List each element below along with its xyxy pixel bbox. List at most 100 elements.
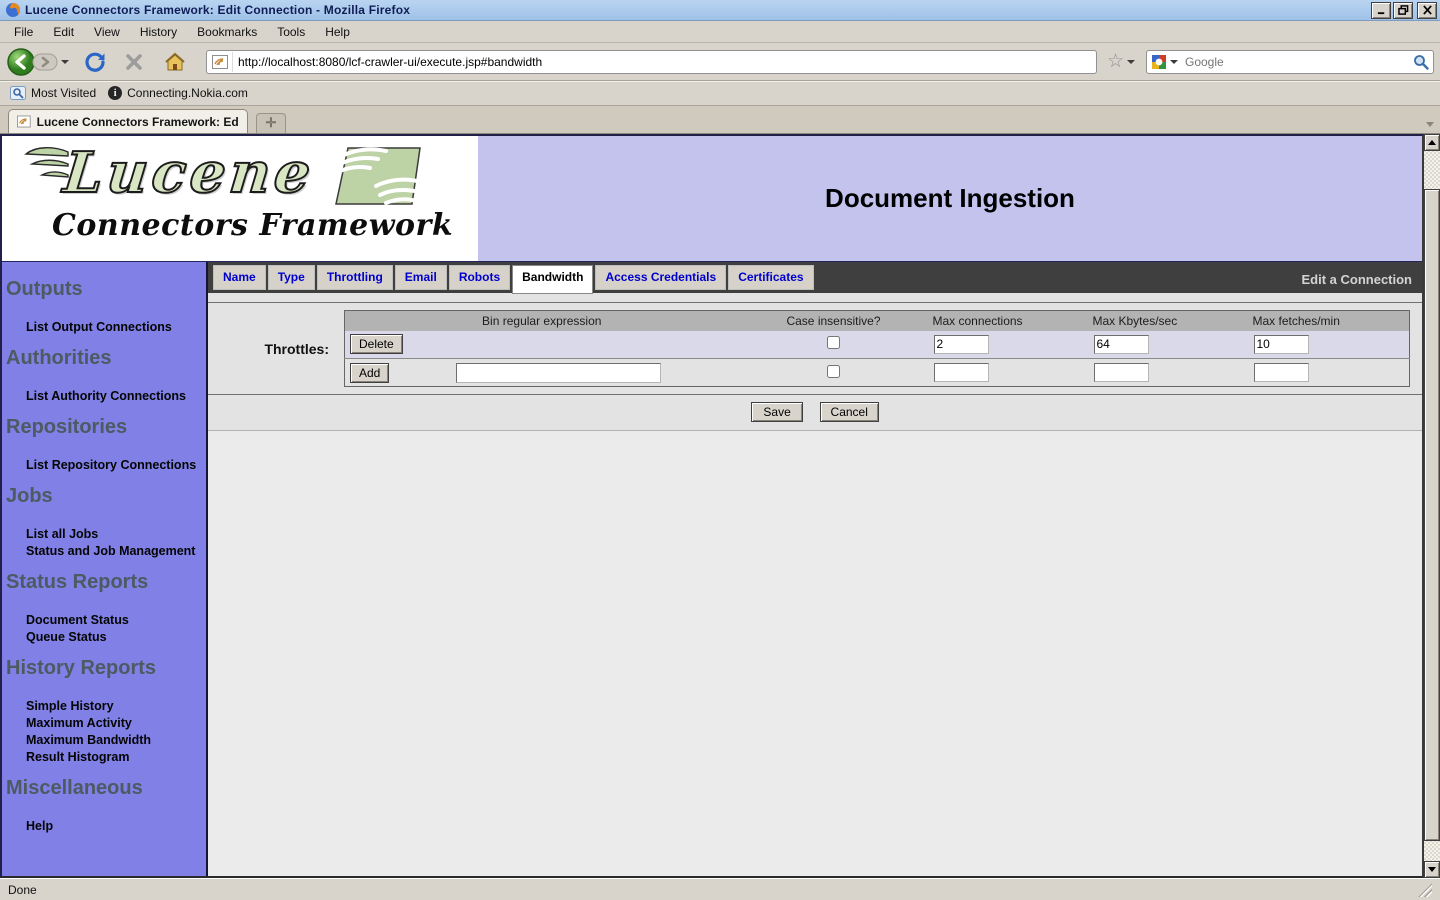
column-header-max-connections: Max connections	[929, 311, 1089, 331]
url-input[interactable]	[233, 55, 1096, 69]
tab-certificates[interactable]: Certificates	[728, 265, 813, 290]
sidebar-header-jobs: Jobs	[6, 485, 206, 508]
stop-button[interactable]	[124, 52, 144, 72]
sidebar-link-status-job-management[interactable]: Status and Job Management	[26, 543, 206, 559]
sidebar-link-result-histogram[interactable]: Result Histogram	[26, 749, 206, 765]
cancel-button[interactable]: Cancel	[820, 402, 879, 422]
tab-name[interactable]: Name	[213, 265, 266, 290]
bandwidth-form: Throttles: Bin regular expression Case i…	[208, 293, 1422, 876]
reload-button[interactable]	[84, 51, 106, 73]
scroll-up-button[interactable]	[1424, 134, 1440, 151]
bookmark-dropdown[interactable]	[1127, 60, 1135, 64]
max-connections-input[interactable]	[934, 335, 989, 354]
home-button[interactable]	[164, 52, 186, 72]
sidebar-link-maximum-bandwidth[interactable]: Maximum Bandwidth	[26, 732, 206, 748]
forward-icon	[32, 52, 58, 72]
menu-file[interactable]: File	[4, 22, 43, 42]
new-max-kbytes-input[interactable]	[1094, 363, 1149, 382]
sidebar-link-list-repository-connections[interactable]: List Repository Connections	[26, 457, 206, 473]
menu-bookmarks[interactable]: Bookmarks	[187, 22, 267, 42]
connection-tab-strip: Name Type Throttling Email Robots Bandwi…	[208, 262, 1422, 293]
home-icon	[164, 52, 186, 72]
column-header-max-fetches: Max fetches/min	[1249, 311, 1410, 331]
delete-throttle-button[interactable]: Delete	[350, 334, 403, 354]
tab-robots[interactable]: Robots	[449, 265, 510, 290]
scrollbar-thumb[interactable]	[1424, 189, 1440, 841]
resize-grip[interactable]	[1418, 883, 1432, 897]
bookmark-label: Connecting.Nokia.com	[127, 86, 248, 100]
sidebar-link-queue-status[interactable]: Queue Status	[26, 629, 206, 645]
sidebar-header-miscellaneous: Miscellaneous	[6, 777, 206, 800]
throttles-label: Throttles:	[208, 341, 344, 357]
minimize-button[interactable]	[1371, 2, 1391, 19]
url-bar	[206, 50, 1097, 74]
close-button[interactable]	[1417, 2, 1437, 19]
window-title: Lucene Connectors Framework: Edit Connec…	[25, 3, 1369, 17]
vertical-scrollbar[interactable]	[1424, 134, 1440, 878]
case-insensitive-checkbox[interactable]	[827, 336, 840, 349]
sidebar-link-document-status[interactable]: Document Status	[26, 612, 206, 628]
search-box	[1146, 50, 1434, 74]
new-max-fetches-input[interactable]	[1254, 363, 1309, 382]
sidebar-link-list-output-connections[interactable]: List Output Connections	[26, 319, 206, 335]
column-header-max-kbytes: Max Kbytes/sec	[1089, 311, 1249, 331]
tab-bar: Lucene Connectors Framework: Edit ... ✛	[0, 106, 1440, 134]
tab-list-dropdown[interactable]	[1426, 122, 1434, 127]
forward-button[interactable]	[32, 52, 58, 72]
tab-type[interactable]: Type	[268, 265, 315, 290]
search-engine-dropdown[interactable]	[1170, 60, 1178, 64]
restore-button[interactable]	[1393, 2, 1413, 19]
new-case-insensitive-checkbox[interactable]	[827, 365, 840, 378]
close-icon	[1422, 5, 1433, 15]
tab-bandwidth[interactable]: Bandwidth	[512, 265, 593, 294]
status-bar: Done	[0, 878, 1440, 900]
tab-robots-link: Robots	[459, 270, 500, 284]
save-button[interactable]: Save	[751, 402, 803, 422]
main-panel: Name Type Throttling Email Robots Bandwi…	[208, 262, 1422, 876]
tab-access-credentials[interactable]: Access Credentials	[595, 265, 726, 290]
search-magnifier-icon[interactable]	[1413, 54, 1429, 70]
page-content: Lucene Connectors Framework Document Ing…	[0, 134, 1424, 878]
add-throttle-button[interactable]: Add	[350, 363, 389, 383]
menu-history[interactable]: History	[130, 22, 187, 42]
browser-tab[interactable]: Lucene Connectors Framework: Edit ...	[8, 109, 248, 133]
bookmark-connecting-nokia[interactable]: i Connecting.Nokia.com	[104, 84, 256, 102]
menu-edit[interactable]: Edit	[43, 22, 84, 42]
bookmark-label: Most Visited	[31, 86, 96, 100]
menu-view[interactable]: View	[84, 22, 130, 42]
menu-tools[interactable]: Tools	[267, 22, 315, 42]
reload-icon	[84, 51, 106, 73]
new-max-connections-input[interactable]	[934, 363, 989, 382]
logo-subtitle: Connectors Framework	[52, 208, 468, 243]
bookmark-most-visited[interactable]: Most Visited	[6, 84, 104, 102]
sidebar-link-list-authority-connections[interactable]: List Authority Connections	[26, 388, 206, 404]
title-bar: Lucene Connectors Framework: Edit Connec…	[0, 0, 1440, 21]
tab-favicon-icon	[17, 115, 31, 128]
sidebar-link-simple-history[interactable]: Simple History	[26, 698, 206, 714]
search-input[interactable]	[1181, 55, 1413, 69]
scroll-up-icon	[1428, 140, 1436, 145]
scrollbar-track[interactable]	[1424, 841, 1440, 861]
throttles-table: Bin regular expression Case insensitive?…	[344, 310, 1410, 387]
new-bin-regex-input[interactable]	[456, 363, 661, 383]
menu-help[interactable]: Help	[315, 22, 360, 42]
tab-email[interactable]: Email	[395, 265, 447, 290]
sidebar-link-list-all-jobs[interactable]: List all Jobs	[26, 526, 206, 542]
bookmark-star-icon[interactable]: ☆	[1107, 52, 1124, 71]
sidebar-link-maximum-activity[interactable]: Maximum Activity	[26, 715, 206, 731]
page-title: Document Ingestion	[478, 136, 1422, 261]
new-tab-button[interactable]: ✛	[256, 113, 286, 133]
stop-icon	[124, 52, 144, 72]
tab-email-link: Email	[405, 270, 437, 284]
back-history-dropdown[interactable]	[61, 60, 69, 64]
tab-access-credentials-link: Access Credentials	[605, 270, 716, 284]
status-text: Done	[8, 883, 37, 897]
browser-viewport: Lucene Connectors Framework Document Ing…	[0, 134, 1440, 878]
sidebar-link-help[interactable]: Help	[26, 818, 206, 834]
google-engine-icon[interactable]	[1151, 54, 1167, 70]
restore-icon	[1398, 5, 1409, 15]
max-kbytes-input[interactable]	[1094, 335, 1149, 354]
tab-throttling[interactable]: Throttling	[317, 265, 393, 290]
max-fetches-input[interactable]	[1254, 335, 1309, 354]
scroll-down-button[interactable]	[1424, 861, 1440, 878]
